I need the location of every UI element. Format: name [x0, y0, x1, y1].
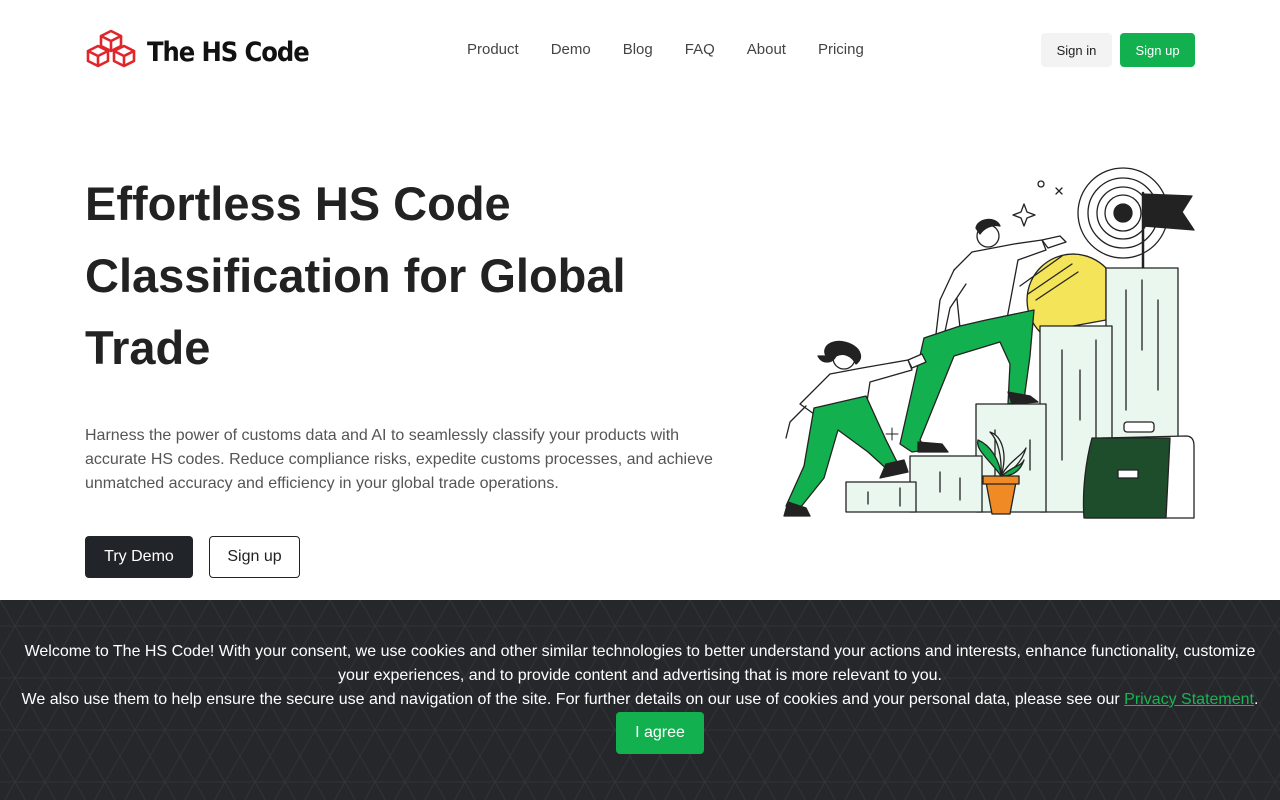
sign-in-button[interactable]: Sign in — [1041, 33, 1112, 67]
agree-button[interactable]: I agree — [616, 712, 704, 754]
main-nav: Product Demo Blog FAQ About Pricing — [467, 40, 864, 60]
privacy-statement-link[interactable]: Privacy Statement — [1124, 691, 1254, 708]
cookie-text-line-2-prefix: We also use them to help ensure the secu… — [21, 691, 1120, 708]
header-sign-up-button[interactable]: Sign up — [1120, 33, 1195, 67]
cookie-text-line-2: We also use them to help ensure the secu… — [0, 688, 1280, 712]
cubes-logo-icon — [85, 29, 137, 76]
site-header: The HS Code Product Demo Blog FAQ About … — [0, 0, 1280, 100]
hero-illustration — [740, 160, 1200, 530]
nav-item-about[interactable]: About — [747, 40, 786, 60]
try-demo-button[interactable]: Try Demo — [85, 536, 193, 578]
brand-logo[interactable]: The HS Code — [85, 29, 327, 76]
cookie-text-line-2-suffix: . — [1253, 691, 1259, 708]
hero-sign-up-button[interactable]: Sign up — [209, 536, 300, 578]
nav-item-faq[interactable]: FAQ — [685, 40, 715, 60]
cookie-message: Welcome to The HS Code! With your consen… — [0, 640, 1280, 712]
nav-item-demo[interactable]: Demo — [551, 40, 591, 60]
cookie-text-line-1: Welcome to The HS Code! With your consen… — [24, 643, 1256, 684]
nav-item-blog[interactable]: Blog — [623, 40, 653, 60]
hero-description: Harness the power of customs data and AI… — [85, 427, 713, 492]
nav-item-product[interactable]: Product — [467, 40, 519, 60]
cookie-consent-banner: Welcome to The HS Code! With your consen… — [0, 600, 1280, 800]
brand-name: The HS Code — [147, 37, 310, 68]
hero-title: Effortless HS Code Classification for Gl… — [85, 177, 626, 374]
nav-item-pricing[interactable]: Pricing — [818, 40, 864, 60]
